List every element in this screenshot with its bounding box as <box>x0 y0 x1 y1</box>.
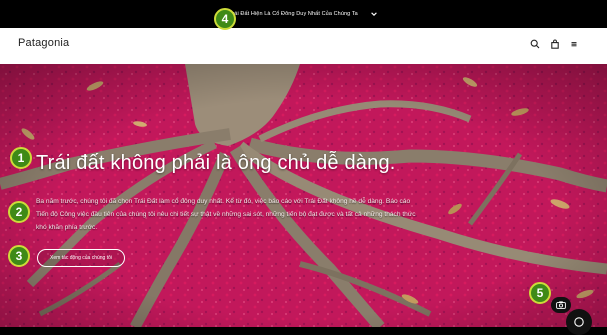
promo-bar[interactable]: Trái Đất Hiện Là Cổ Đông Duy Nhất Của Ch… <box>0 0 607 28</box>
hero-description: Ba năm trước, chúng tôi đã chọn Trái Đất… <box>36 198 416 231</box>
search-icon[interactable] <box>530 39 540 49</box>
site-header: Patagonia <box>0 28 607 64</box>
promo-text[interactable]: Trái Đất Hiện Là Cổ Đông Duy Nhất Của Ch… <box>229 11 358 17</box>
chat-button[interactable] <box>566 309 592 335</box>
annotation-marker-5: 5 <box>529 282 551 304</box>
annotation-marker-4: 4 <box>214 8 236 30</box>
chevron-down-icon[interactable] <box>370 10 378 18</box>
camera-button[interactable] <box>551 297 571 313</box>
view-impact-button[interactable]: Xem tác động của chúng tôi <box>37 249 125 267</box>
annotation-marker-1: 1 <box>10 147 32 169</box>
menu-icon[interactable] <box>569 39 579 49</box>
hero-title: Trái đất không phải là ông chủ dễ dàng. <box>36 152 396 174</box>
annotation-marker-2: 2 <box>8 201 30 223</box>
shopping-bag-icon[interactable] <box>550 39 560 49</box>
logo[interactable]: Patagonia <box>18 37 69 49</box>
camera-icon <box>556 301 566 309</box>
chat-icon <box>574 317 584 327</box>
annotation-marker-3: 3 <box>8 245 30 267</box>
